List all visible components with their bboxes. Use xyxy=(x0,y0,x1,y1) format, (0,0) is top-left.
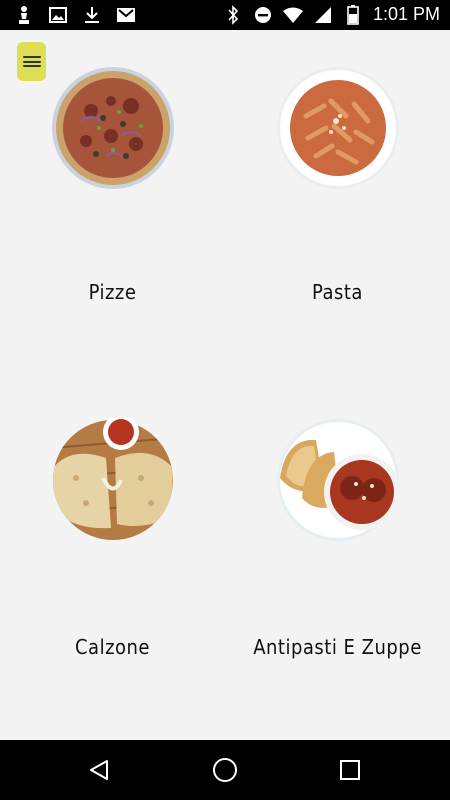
category-label: Antipasti E Zuppe xyxy=(253,635,422,659)
category-label: Calzone xyxy=(74,635,151,659)
pizza-image xyxy=(51,66,175,190)
image-icon xyxy=(48,5,68,25)
download-icon xyxy=(82,5,102,25)
category-label: Pizze xyxy=(88,280,137,304)
battery-icon xyxy=(343,4,363,25)
pasta-image xyxy=(276,66,400,190)
category-calzone[interactable]: Calzone xyxy=(0,385,225,705)
status-bar: 1:01 PM xyxy=(0,0,450,30)
signal-icon xyxy=(313,5,333,25)
category-pasta[interactable]: Pasta xyxy=(225,30,450,350)
category-label: Pasta xyxy=(312,280,363,304)
menu-categories-screen: Pizze Pasta Calzone Antipasti E Zuppe xyxy=(0,30,450,740)
home-icon[interactable] xyxy=(210,755,240,785)
wifi-icon xyxy=(282,5,303,25)
calzone-image xyxy=(51,414,175,542)
mail-icon xyxy=(116,5,136,25)
antipasti-image xyxy=(276,418,400,542)
recents-icon[interactable] xyxy=(335,755,365,785)
status-time: 1:01 PM xyxy=(372,4,440,24)
bluetooth-icon xyxy=(223,4,243,25)
category-antipasti-e-zuppe[interactable]: Antipasti E Zuppe xyxy=(225,385,450,705)
back-icon[interactable] xyxy=(84,755,114,785)
do-not-disturb-icon xyxy=(253,5,273,25)
chess-icon xyxy=(14,5,34,25)
category-pizze[interactable]: Pizze xyxy=(0,30,225,350)
navigation-bar xyxy=(0,740,450,800)
